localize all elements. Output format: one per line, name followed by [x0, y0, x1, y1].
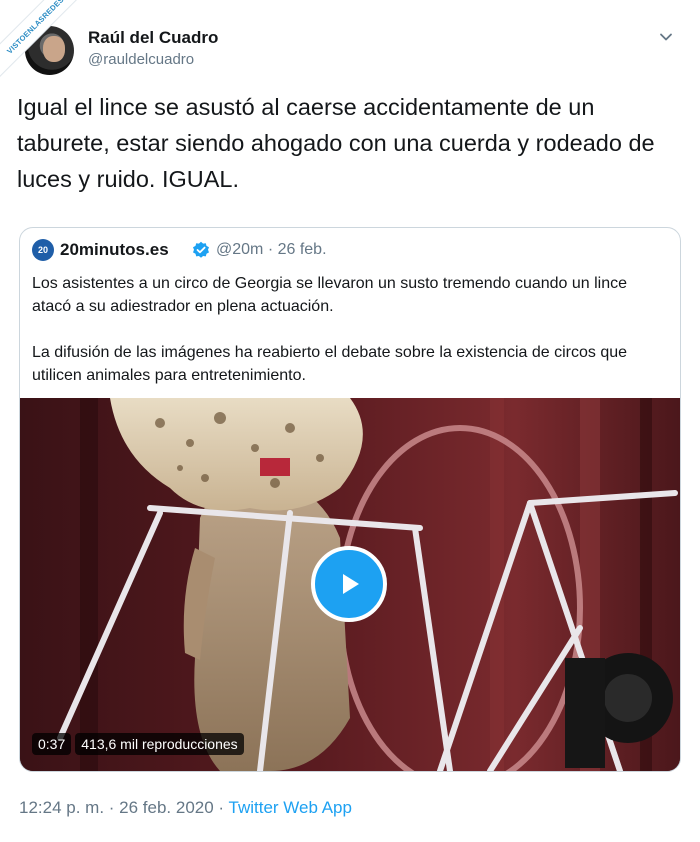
tweet-header: Raúl del Cuadro @rauldelcuadro — [25, 26, 675, 78]
video-info: 0:37 413,6 mil reproducciones — [32, 733, 248, 757]
quoted-tweet[interactable]: 20 20minutos.es @20m · 26 feb. Los asist… — [19, 227, 681, 772]
quoted-avatar: 20 — [32, 239, 54, 261]
play-button[interactable] — [311, 546, 387, 622]
chevron-down-icon[interactable] — [657, 28, 675, 46]
tweet-page: VISTOENLASREDES Raúl del Cuadro @rauldel… — [0, 0, 700, 842]
quoted-paragraph: La difusión de las imágenes ha reabierto… — [32, 344, 628, 384]
video-duration: 0:37 — [32, 733, 72, 755]
tweet-text: Igual el lince se asustó al caerse accid… — [17, 94, 655, 192]
verified-badge-icon — [193, 241, 209, 258]
quoted-tweet-text: Los asistentes a un circo de Georgia se … — [32, 272, 668, 410]
source-app-link[interactable]: Twitter Web App — [229, 798, 352, 817]
timestamp[interactable]: 12:24 p. m. · 26 feb. 2020 · — [19, 798, 229, 817]
quoted-tweet-header: 20 20minutos.es @20m · 26 feb. — [32, 238, 662, 264]
play-icon — [343, 574, 359, 594]
quoted-author-name: 20minutos.es — [60, 240, 169, 259]
video-views: 413,6 mil reproducciones — [75, 733, 244, 755]
author-name[interactable]: Raúl del Cuadro — [88, 28, 218, 48]
quoted-paragraph: Los asistentes a un circo de Georgia se … — [32, 275, 628, 315]
author-handle[interactable]: @rauldelcuadro — [88, 51, 194, 68]
tweet-footer: 12:24 p. m. · 26 feb. 2020 · Twitter Web… — [19, 798, 352, 818]
video-player[interactable]: 0:37 413,6 mil reproducciones — [20, 398, 680, 771]
quoted-handle-date: @20m · 26 feb. — [216, 241, 327, 258]
